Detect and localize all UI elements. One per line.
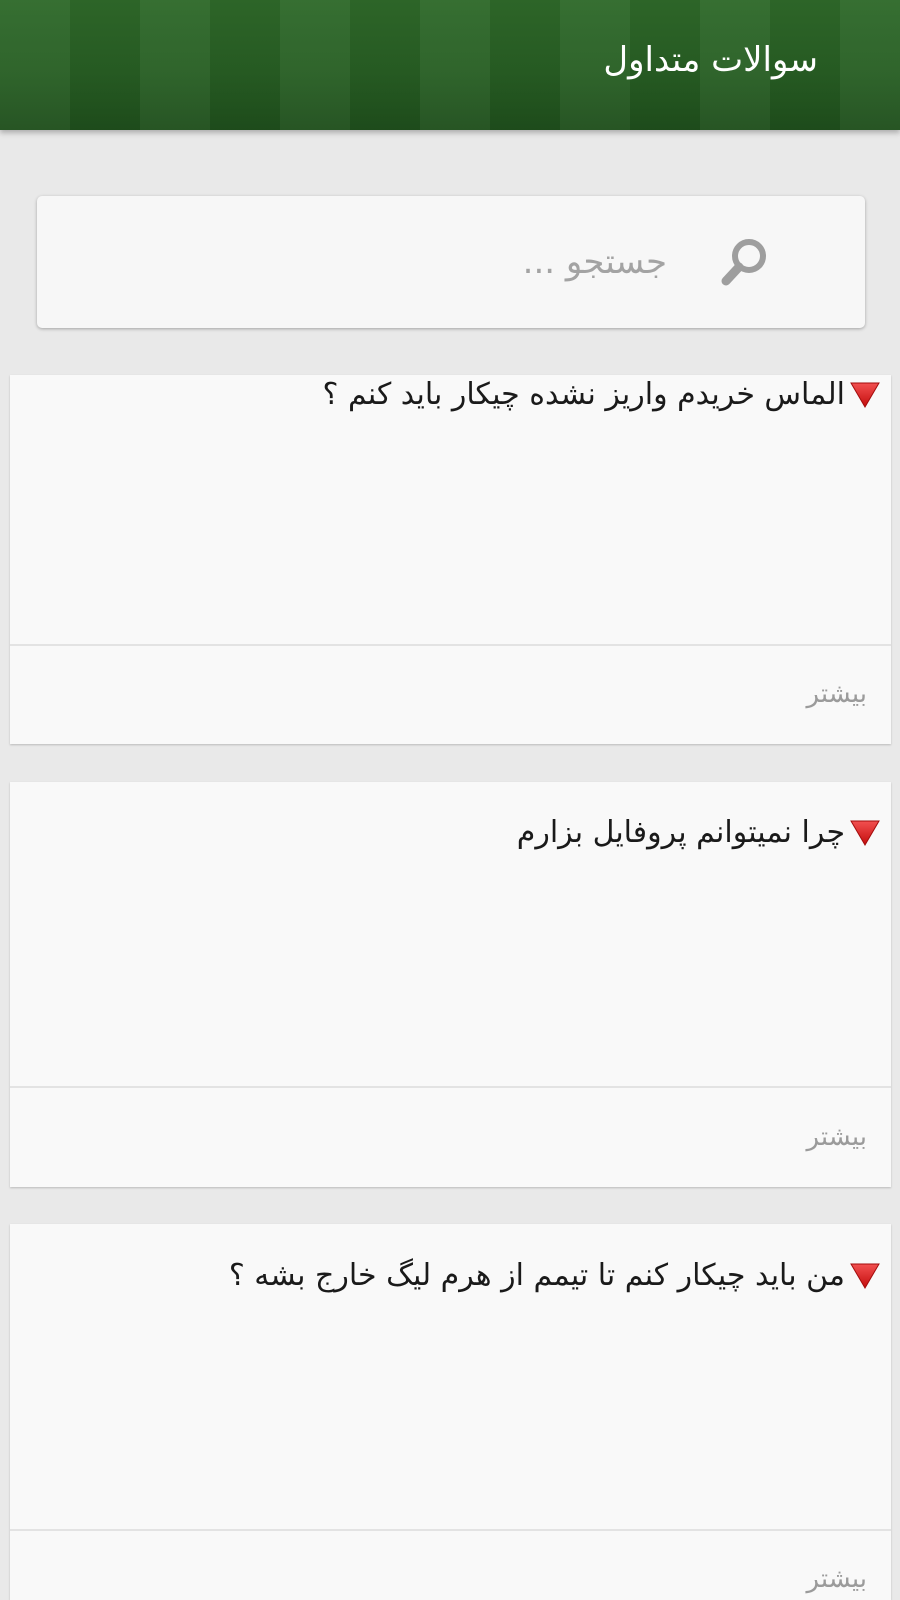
red-triangle-icon xyxy=(850,820,880,846)
faq-divider xyxy=(10,1529,891,1531)
faq-divider xyxy=(10,644,891,646)
search-box[interactable] xyxy=(37,196,865,328)
faq-divider xyxy=(10,1086,891,1088)
app-bar: سوالات متداول xyxy=(0,0,900,130)
red-triangle-icon xyxy=(850,1263,880,1289)
faq-card: من باید چیکار کنم تا تیمم از هرم لیگ خار… xyxy=(10,1224,891,1600)
faq-question[interactable]: من باید چیکار کنم تا تیمم از هرم لیگ خار… xyxy=(229,1258,881,1293)
faq-question[interactable]: الماس خریدم واریز نشده چیکار باید کنم ؟ xyxy=(323,377,882,412)
faq-more-link[interactable]: بیشتر xyxy=(807,1122,867,1152)
faq-question[interactable]: چرا نمیتوانم پروفایل بزارم xyxy=(517,815,881,850)
faq-question-text: چرا نمیتوانم پروفایل بزارم xyxy=(516,815,845,850)
page-title: سوالات متداول xyxy=(603,40,818,80)
faq-question-text: الماس خریدم واریز نشده چیکار باید کنم ؟ xyxy=(322,377,846,412)
red-triangle-icon xyxy=(850,382,880,408)
faq-more-link[interactable]: بیشتر xyxy=(807,679,867,709)
faq-card: الماس خریدم واریز نشده چیکار باید کنم ؟ … xyxy=(10,375,891,744)
faq-more-link[interactable]: بیشتر xyxy=(807,1564,867,1594)
search-icon[interactable] xyxy=(719,236,771,288)
faq-question-text: من باید چیکار کنم تا تیمم از هرم لیگ خار… xyxy=(228,1258,845,1293)
search-input[interactable] xyxy=(107,234,667,290)
faq-card: چرا نمیتوانم پروفایل بزارم بیشتر xyxy=(10,782,891,1187)
